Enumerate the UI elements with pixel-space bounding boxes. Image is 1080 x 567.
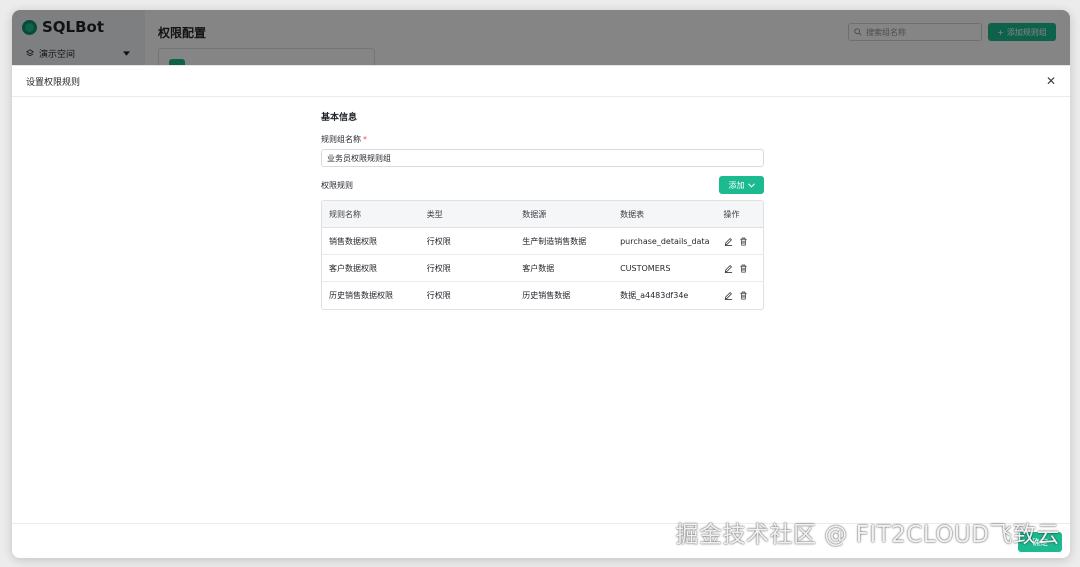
modal-overlay	[12, 10, 1070, 66]
drawer-header: 设置权限规则 ✕	[12, 66, 1070, 97]
permission-rule-drawer: 设置权限规则 ✕ 基本信息 规则组名称* 权限规则 添加 规则名称	[12, 65, 1070, 558]
cell-type: 行权限	[426, 291, 451, 300]
header-type: 类型	[419, 201, 516, 228]
header-datasource: 数据源	[515, 201, 614, 228]
header-datatable: 数据表	[613, 201, 717, 228]
cell-datatable: CUSTOMERS	[613, 255, 717, 282]
chevron-down-icon	[747, 182, 755, 188]
cell-datasource: 生产制造销售数据	[515, 228, 614, 255]
rules-table: 规则名称 类型 数据源 数据表 操作 销售数据权限 行权限 生产制造销售数据 p…	[321, 200, 764, 310]
table-header-row: 规则名称 类型 数据源 数据表 操作	[322, 201, 763, 228]
cell-actions	[716, 228, 763, 255]
group-name-input[interactable]	[321, 149, 764, 167]
header-actions: 操作	[716, 201, 763, 228]
header-rule-name: 规则名称	[322, 201, 420, 228]
cell-actions	[717, 282, 764, 309]
trash-icon[interactable]	[739, 291, 748, 300]
table-row: 销售数据权限 行权限 生产制造销售数据 purchase_details_dat…	[322, 228, 763, 255]
cell-datasource: 历史销售数据	[522, 291, 571, 300]
required-mark: *	[363, 135, 367, 144]
add-rule-button[interactable]: 添加	[719, 176, 764, 194]
rules-label: 权限规则	[321, 180, 353, 190]
trash-icon[interactable]	[739, 264, 748, 273]
trash-icon[interactable]	[739, 237, 748, 246]
rules-header: 权限规则 添加	[321, 176, 764, 194]
cell-rule-name: 客户数据权限	[322, 255, 420, 282]
cell-type: 行权限	[419, 228, 516, 255]
cell-datatable: purchase_details_data	[613, 228, 717, 255]
cell-datasource: 客户数据	[515, 255, 614, 282]
edit-icon[interactable]	[724, 264, 733, 273]
edit-icon[interactable]	[724, 237, 733, 246]
cell-type: 行权限	[419, 255, 516, 282]
cell-datatable: 数据_a4483df34e	[620, 291, 689, 300]
cell-actions	[716, 255, 763, 282]
close-icon[interactable]: ✕	[1044, 74, 1058, 88]
app-window: SQLBot 演示空间 权限配置 搜索组名称 + 添加规则组 设置权限规则 ✕ …	[12, 10, 1070, 558]
section-title: 基本信息	[321, 113, 358, 123]
drawer-title: 设置权限规则	[26, 77, 81, 88]
table-row: 历史销售数据权限 行权限 历史销售数据 数据_a4483df34e	[322, 282, 763, 309]
group-name-label: 规则组名称 *	[321, 135, 367, 144]
rule-form: 基本信息 规则组名称* 权限规则 添加 规则名称 类型 数据源 数	[321, 110, 764, 310]
cell-rule-name: 历史销售数据权限	[329, 291, 393, 300]
table-row: 客户数据权限 行权限 客户数据 CUSTOMERS	[322, 255, 763, 282]
add-rule-label: 添加	[728, 180, 745, 190]
cell-rule-name: 销售数据权限	[322, 228, 420, 255]
watermark: 掘金技术社区 @ FIT2CLOUD飞致云	[675, 522, 1060, 548]
edit-icon[interactable]	[724, 291, 733, 300]
